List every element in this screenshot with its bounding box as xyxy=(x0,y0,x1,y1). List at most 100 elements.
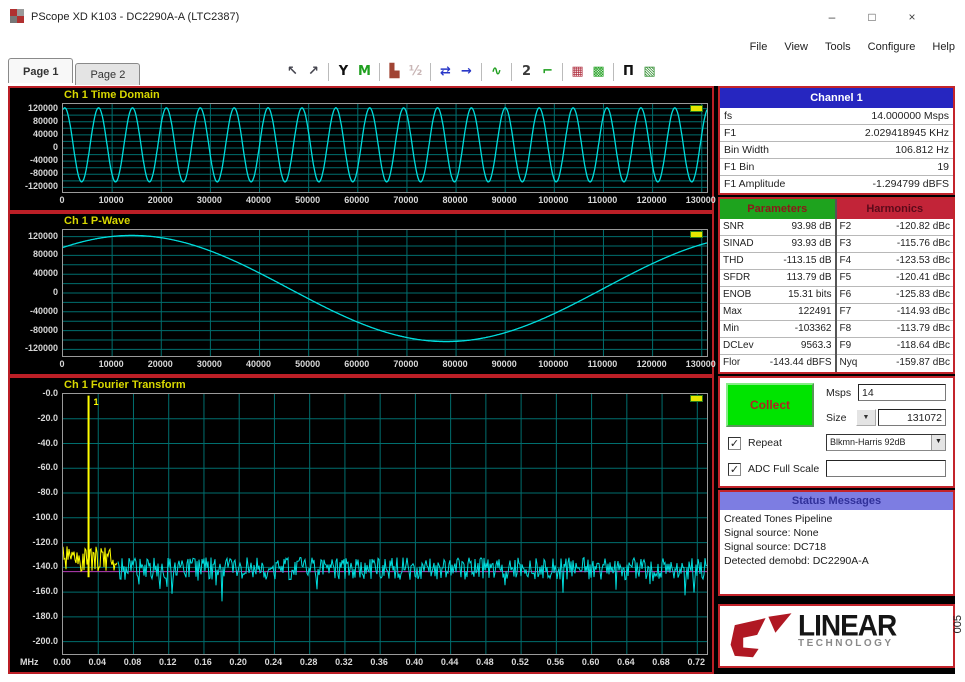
compress-x-icon[interactable]: ⇄ xyxy=(435,61,456,83)
shift-x-icon[interactable]: → xyxy=(456,61,477,83)
msps-input[interactable] xyxy=(858,384,946,401)
harmonic-row: F3 -115.76 dBc xyxy=(836,236,953,253)
logo-panel: LINEAR TECHNOLOGY xyxy=(718,604,955,668)
x-axis-tick-label: 40000 xyxy=(246,195,272,205)
status-messages-header: Status Messages xyxy=(720,492,953,510)
x-axis-tick-label: 10000 xyxy=(98,359,124,369)
menu-help[interactable]: Help xyxy=(932,41,955,53)
screenshot-icon[interactable]: ▧ xyxy=(639,61,660,83)
y-axis-tick-label: -160.0 xyxy=(32,586,58,597)
x-axis-tick-label: 130000 xyxy=(685,359,716,369)
adc-full-scale-input[interactable] xyxy=(826,460,946,477)
harmonic-row: F8 -113.79 dBc xyxy=(836,321,953,338)
status-message: Detected demobd: DC2290A-A xyxy=(724,555,869,567)
channel-legend-chip[interactable] xyxy=(690,231,703,238)
main-content: Ch 1 Time Domain 120000 80000 40000 0 -40000-… xyxy=(8,86,955,674)
repeat-label: Repeat xyxy=(748,437,782,449)
y-axis-tick-label: -40000 xyxy=(29,305,58,316)
repeat-checkbox[interactable] xyxy=(728,437,741,450)
window-function-value: Blkmn-Harris 92dB xyxy=(830,437,906,447)
fraction-tool-icon[interactable]: ½ xyxy=(405,61,426,83)
channel-info-row: fs 14.000000 Msps xyxy=(720,108,953,125)
channel-legend-chip[interactable] xyxy=(690,395,703,402)
tones-icon[interactable]: ∿ xyxy=(486,61,507,83)
menubar: File View Tools Configure Help xyxy=(733,37,955,55)
x-axis-tick-label: 60000 xyxy=(344,195,370,205)
y-axis-tick-label: -0.0 xyxy=(42,388,58,398)
menu-file[interactable]: File xyxy=(750,41,768,53)
channel-info-row: Bin Width 106.812 Hz xyxy=(720,142,953,159)
channel-legend-chip[interactable] xyxy=(690,105,703,112)
tab-page-2[interactable]: Page 2 xyxy=(75,63,141,85)
x-axis-tick-label: 90000 xyxy=(491,359,517,369)
plot-canvas[interactable]: 1 xyxy=(62,393,708,655)
chart-title: Ch 1 P-Wave xyxy=(64,215,131,227)
harmonic-row: F6 -125.83 dBc xyxy=(836,287,953,304)
menu-configure[interactable]: Configure xyxy=(868,41,916,53)
x-axis-tick-label: 40000 xyxy=(246,359,272,369)
maximize-button[interactable]: □ xyxy=(861,8,883,26)
adc-full-scale-checkbox[interactable] xyxy=(728,463,741,476)
y-axis-tick-label: 120000 xyxy=(27,230,58,241)
y-axis-tick-label: -180.0 xyxy=(32,610,58,621)
y-axis-tick-label: 0 xyxy=(52,142,58,152)
x-axis-tick-label: 0 xyxy=(59,359,65,369)
close-button[interactable]: × xyxy=(901,8,923,26)
overlay-a-icon[interactable]: ▦ xyxy=(567,61,588,83)
figure-number: 005 xyxy=(952,615,964,634)
parameter-row: Flor -143.44 dBFS xyxy=(723,357,832,368)
y-axis-tick-label: -80000 xyxy=(29,324,58,335)
x-axis-tick-label: 80000 xyxy=(442,359,468,369)
svg-text:1: 1 xyxy=(94,397,99,407)
menu-tools[interactable]: Tools xyxy=(825,41,851,53)
toolbar-separator xyxy=(328,63,329,81)
y-scale-icon[interactable]: Y xyxy=(333,61,354,83)
x-axis-tick-label: 70000 xyxy=(393,195,419,205)
harmonic-row: F9 -118.64 dBc xyxy=(836,338,953,355)
harmonic-row: F4 -123.53 dBc xyxy=(836,253,953,270)
parameter-row: SFDR 113.79 dB xyxy=(720,270,835,287)
parameter-row: Max 122491 xyxy=(720,304,835,321)
parameter-row: ENOB 15.31 bits xyxy=(720,287,835,304)
parameter-row: THD -113.15 dB xyxy=(720,253,835,270)
y-axis-tick-label: -60.0 xyxy=(37,462,58,473)
tab-page-1[interactable]: Page 1 xyxy=(8,58,74,83)
pan-tool-icon[interactable]: ↖ xyxy=(282,61,303,83)
x-axis-tick-label: 50000 xyxy=(295,195,321,205)
y-axis-tick-label: -100.0 xyxy=(32,511,58,522)
logo-brand-name: LINEAR xyxy=(798,609,897,642)
collect-button[interactable]: Collect xyxy=(726,383,814,427)
x-axis-tick-label: 80000 xyxy=(442,195,468,205)
overlay-b-icon[interactable]: ▩ xyxy=(588,61,609,83)
histogram-icon[interactable]: ▙ xyxy=(384,61,405,83)
plot-canvas[interactable] xyxy=(62,103,708,193)
time-domain-chart[interactable]: Ch 1 Time Domain 120000 80000 40000 0 -40000 -… xyxy=(8,86,716,212)
toolbar-separator xyxy=(379,63,380,81)
plot-canvas[interactable] xyxy=(62,229,708,357)
channel-header: Channel 1 xyxy=(720,88,953,108)
status-message: Signal source: None xyxy=(724,527,819,539)
p-wave-chart[interactable]: Ch 1 P-Wave 120000 80000 40000 0 -40000 -80000… xyxy=(8,212,716,376)
pulse-icon[interactable]: Π xyxy=(618,61,639,83)
two-tone-icon[interactable]: 2 xyxy=(516,61,537,83)
channel-info-row: F1 2.029418945 KHz xyxy=(720,125,953,142)
harmonic-row: F7 -114.93 dBc xyxy=(836,304,953,321)
parameters-header: Parameters xyxy=(720,199,835,219)
y-axis-tick-label: -20.0 xyxy=(37,412,58,423)
size-label: Size xyxy=(826,412,847,424)
toolbar-separator xyxy=(562,63,563,81)
parameter-row: Min -103362 xyxy=(720,321,835,338)
corner-plot-icon[interactable]: ⌐ xyxy=(537,61,558,83)
window-function-select[interactable]: Blkmn-Harris 92dB ▼ xyxy=(826,434,946,451)
parameter-row: SNR 93.98 dB xyxy=(720,219,835,236)
minimize-button[interactable]: – xyxy=(821,8,843,26)
size-dropdown-icon[interactable]: ▼ xyxy=(856,409,876,426)
y-axis-tick-label: -120.0 xyxy=(32,536,58,547)
fourier-transform-chart[interactable]: Ch 1 Fourier Transform 1 -0.0 -20.0 -40.0 -60… xyxy=(8,376,714,674)
toolbar-separator xyxy=(613,63,614,81)
zoom-tool-icon[interactable]: ↗ xyxy=(303,61,324,83)
size-input[interactable] xyxy=(878,409,946,426)
window-samples-icon[interactable]: M xyxy=(354,61,375,83)
status-messages-panel: Status Messages Created Tones Pipeline Si… xyxy=(718,490,955,596)
menu-view[interactable]: View xyxy=(784,41,808,53)
